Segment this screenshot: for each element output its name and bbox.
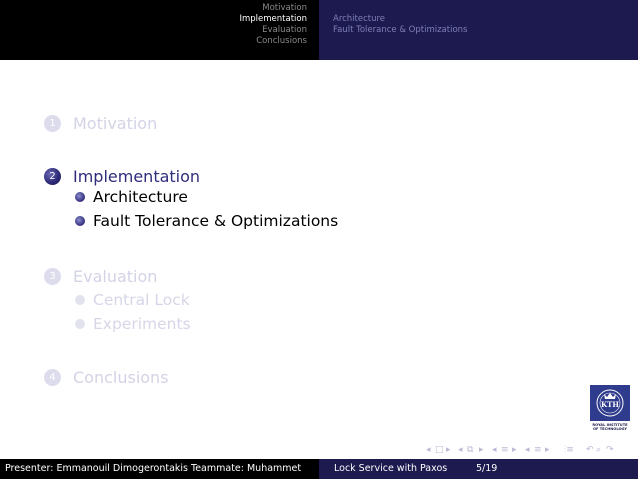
nav-subsection-architecture[interactable]: Architecture bbox=[333, 14, 385, 24]
nav-right-arrow-icon[interactable]: ▸ bbox=[446, 443, 451, 457]
undo-icon[interactable]: ↶ bbox=[586, 443, 594, 457]
nav-section-evaluation[interactable]: Evaluation bbox=[7, 25, 307, 35]
logo-caption-line: OF TECHNOLOGY bbox=[592, 427, 628, 432]
nav-section-conclusions[interactable]: Conclusions bbox=[7, 36, 307, 46]
footer-title-bar: Lock Service with Paxos 5/19 bbox=[319, 459, 638, 479]
section-number: 1 bbox=[44, 114, 61, 132]
bullet-icon bbox=[75, 216, 85, 226]
section-number: 4 bbox=[44, 368, 61, 386]
footer-title: Lock Service with Paxos bbox=[334, 463, 448, 474]
subsection-title: Fault Tolerance & Optimizations bbox=[93, 212, 339, 230]
nav-left-arrow-icon[interactable]: ◂ bbox=[458, 443, 463, 457]
footer-presenter: Presenter: Emmanouil Dimogerontakis Team… bbox=[0, 459, 319, 479]
nav-section-implementation[interactable]: Implementation bbox=[7, 14, 308, 24]
toc-section-implementation[interactable]: 2 Implementation bbox=[44, 166, 200, 186]
footer-presenter-text: Presenter: Emmanouil Dimogerontakis Team… bbox=[5, 463, 302, 474]
section-number: 2 bbox=[44, 167, 61, 185]
frame-icon[interactable]: ⧉ bbox=[467, 443, 473, 457]
align-icon[interactable]: ⫶≡ bbox=[564, 443, 574, 457]
kth-crest-icon: KTH bbox=[590, 385, 630, 421]
section-icon[interactable]: ≡ bbox=[501, 443, 509, 457]
bullet-icon bbox=[75, 295, 85, 305]
nav-left-arrow-icon[interactable]: ◂ bbox=[492, 443, 497, 457]
toc-subsection-central-lock[interactable]: Central Lock bbox=[75, 290, 190, 310]
header-subsection-nav: Architecture Fault Tolerance & Optimizat… bbox=[319, 0, 638, 60]
kth-logo: KTH ROYAL INSTITUTE OF TECHNOLOGY bbox=[590, 385, 630, 437]
logo-caption: ROYAL INSTITUTE OF TECHNOLOGY bbox=[590, 423, 630, 432]
nav-right-arrow-icon[interactable]: ▸ bbox=[479, 443, 484, 457]
slide-icon[interactable]: □ bbox=[435, 443, 444, 457]
section-title: Implementation bbox=[73, 166, 201, 186]
nav-subsection-fault-tolerance[interactable]: Fault Tolerance & Optimizations bbox=[333, 25, 467, 35]
nav-right-arrow-icon[interactable]: ▸ bbox=[545, 443, 550, 457]
subsection-title: Experiments bbox=[93, 315, 191, 333]
subsection-icon[interactable]: ≡ bbox=[534, 443, 542, 457]
subsection-title: Architecture bbox=[93, 188, 188, 206]
toc-subsection-fault-tolerance[interactable]: Fault Tolerance & Optimizations bbox=[75, 211, 338, 231]
nav-section-motivation[interactable]: Motivation bbox=[7, 3, 307, 13]
nav-left-arrow-icon[interactable]: ◂ bbox=[426, 443, 431, 457]
toc-section-evaluation[interactable]: 3 Evaluation bbox=[44, 266, 157, 286]
beamer-navigation-symbols: ◂ □ ▸ ◂ ⧉ ▸ ◂ ≡ ▸ ◂ ≡ ▸ ⫶≡ ↶ ⌕ ↷ bbox=[426, 443, 634, 457]
nav-left-arrow-icon[interactable]: ◂ bbox=[525, 443, 530, 457]
logo-name: KTH bbox=[601, 400, 619, 409]
bullet-icon bbox=[75, 319, 85, 329]
section-title: Evaluation bbox=[73, 266, 158, 286]
toc-section-conclusions[interactable]: 4 Conclusions bbox=[44, 367, 169, 387]
nav-right-arrow-icon[interactable]: ▸ bbox=[512, 443, 517, 457]
page-number: 5/19 bbox=[476, 463, 498, 474]
section-title: Conclusions bbox=[73, 367, 169, 387]
search-icon[interactable]: ⌕ bbox=[596, 443, 601, 457]
toc-subsection-architecture[interactable]: Architecture bbox=[75, 187, 188, 207]
section-number: 3 bbox=[44, 267, 61, 285]
header-section-nav: Motivation Implementation Evaluation Con… bbox=[0, 0, 319, 60]
redo-icon[interactable]: ↷ bbox=[606, 443, 614, 457]
subsection-title: Central Lock bbox=[93, 291, 190, 309]
toc-subsection-experiments[interactable]: Experiments bbox=[75, 314, 191, 334]
section-title: Motivation bbox=[73, 113, 158, 133]
bullet-icon bbox=[75, 192, 85, 202]
toc-section-motivation[interactable]: 1 Motivation bbox=[44, 113, 157, 133]
